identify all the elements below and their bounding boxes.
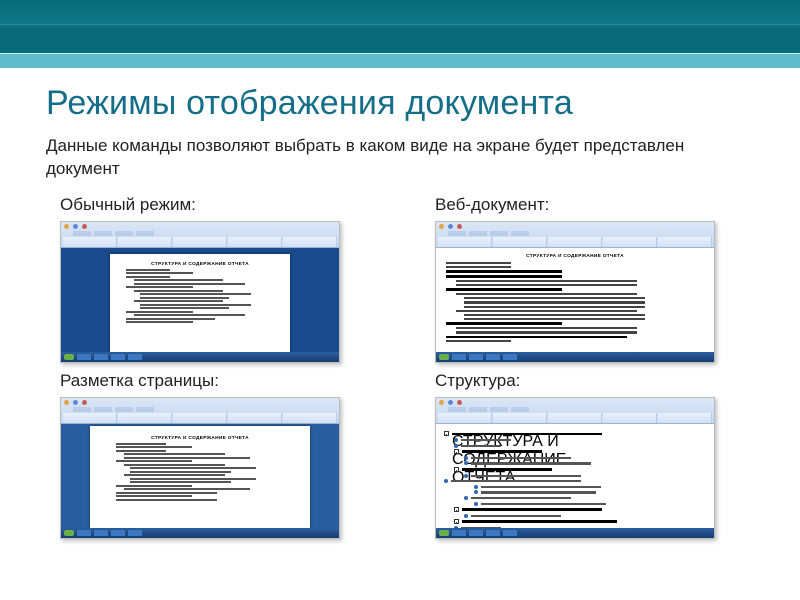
ribbon-icon [61,398,339,424]
view-normal-cell: Обычный режим: СТРУКТУРА И СОДЕРЖАНИЕ ОТ… [60,195,365,363]
view-web-cell: Веб-документ: СТРУКТУРА И СОДЕРЖАНИЕ ОТЧ… [435,195,740,363]
slide-subtitle: Данные команды позволяют выбрать в каком… [46,135,754,181]
view-outline-label: Структура: [435,371,740,391]
screenshot-normal: СТРУКТУРА И СОДЕРЖАНИЕ ОТЧЕТА [60,221,340,363]
taskbar-icon [61,352,339,362]
document-area: СТРУКТУРА И СОДЕРЖАНИЕ ОТЧЕТА [436,424,714,528]
view-pagelayout-cell: Разметка страницы: СТРУКТУРА И СОДЕРЖАНИ… [60,371,365,539]
view-outline-cell: Структура: СТРУКТУРА И СОДЕРЖАНИЕ ОТЧЕТА [435,371,740,539]
view-normal-label: Обычный режим: [60,195,365,215]
header-banner [0,0,800,54]
page-icon: СТРУКТУРА И СОДЕРЖАНИЕ ОТЧЕТА [110,254,290,354]
doc-heading: СТРУКТУРА И СОДЕРЖАНИЕ ОТЧЕТА [446,254,704,259]
screenshot-web: СТРУКТУРА И СОДЕРЖАНИЕ ОТЧЕТА [435,221,715,363]
taskbar-icon [436,352,714,362]
accent-line [0,54,800,68]
views-grid: Обычный режим: СТРУКТУРА И СОДЕРЖАНИЕ ОТ… [46,195,754,539]
slide-title: Режимы отображения документа [46,84,754,123]
doc-heading: СТРУКТУРА И СОДЕРЖАНИЕ ОТЧЕТА [452,433,602,436]
page-icon: СТРУКТУРА И СОДЕРЖАНИЕ ОТЧЕТА [90,426,310,534]
screenshot-pagelayout: СТРУКТУРА И СОДЕРЖАНИЕ ОТЧЕТА [60,397,340,539]
ribbon-icon [436,222,714,248]
plus-icon [444,431,449,436]
taskbar-icon [61,528,339,538]
doc-heading: СТРУКТУРА И СОДЕРЖАНИЕ ОТЧЕТА [116,436,284,441]
slide-body: Режимы отображения документа Данные кома… [0,68,800,539]
document-area: СТРУКТУРА И СОДЕРЖАНИЕ ОТЧЕТА [61,424,339,528]
ribbon-icon [436,398,714,424]
view-web-label: Веб-документ: [435,195,740,215]
doc-heading: СТРУКТУРА И СОДЕРЖАНИЕ ОТЧЕТА [126,262,274,267]
taskbar-icon [436,528,714,538]
document-area: СТРУКТУРА И СОДЕРЖАНИЕ ОТЧЕТА [436,248,714,352]
ribbon-icon [61,222,339,248]
view-pagelayout-label: Разметка страницы: [60,371,365,391]
document-area: СТРУКТУРА И СОДЕРЖАНИЕ ОТЧЕТА [61,248,339,352]
screenshot-outline: СТРУКТУРА И СОДЕРЖАНИЕ ОТЧЕТА [435,397,715,539]
